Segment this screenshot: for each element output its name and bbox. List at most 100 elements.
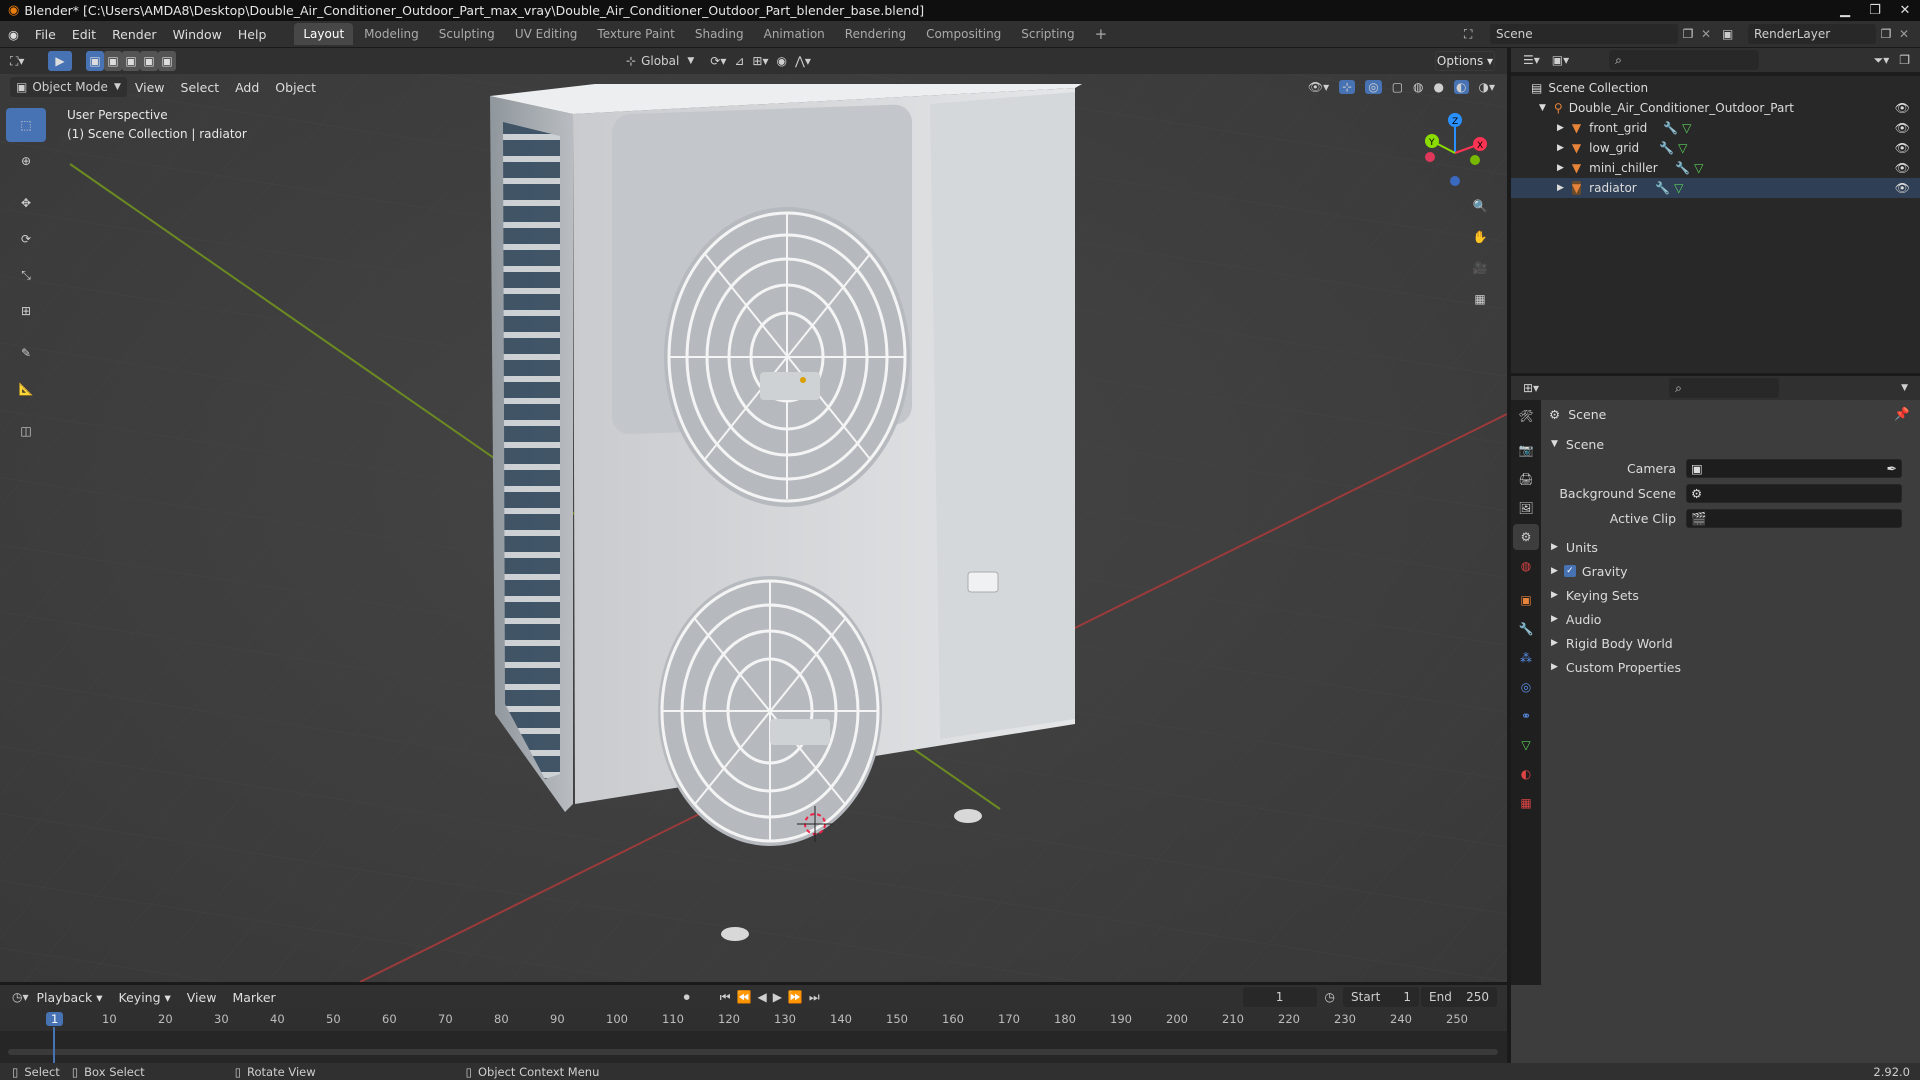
marker-menu[interactable]: Marker [224,984,283,1011]
constraints-tab-icon[interactable]: ⚭ [1513,703,1539,729]
scale-tool-icon[interactable]: ⤡ [6,258,46,292]
eye-icon[interactable]: 👁 [1895,181,1910,195]
background-scene-field[interactable]: ⚙ [1686,484,1902,503]
close-button[interactable]: ✕ [1890,0,1920,21]
new-scene-icon[interactable]: ❐ [1678,27,1698,41]
render-layer-selector[interactable]: ▣ RenderLayer ❐ ✕ [1722,24,1912,44]
measure-tool-icon[interactable]: 📐 [6,372,46,406]
blender-menu-icon[interactable]: ◉ [0,21,27,48]
menu-edit[interactable]: Edit [64,21,104,48]
outliner-object-row[interactable]: ▶ ▼ low_grid 🔧 ▽ 👁 [1511,138,1920,158]
menu-view[interactable]: View [127,74,173,101]
tab-layout[interactable]: Layout [294,23,354,45]
solid-shading-icon[interactable]: ● [1434,80,1444,94]
annotate-tool-icon[interactable]: ✎ [6,336,46,370]
render-tab-icon[interactable]: 📷 [1513,437,1539,463]
play-reverse-icon[interactable]: ◀ [757,990,766,1004]
physics-tab-icon[interactable]: ◎ [1513,674,1539,700]
tab-modeling[interactable]: Modeling [355,23,428,45]
menu-window[interactable]: Window [165,21,230,48]
panel-scene-header[interactable]: ▼ Scene [1541,432,1920,456]
record-icon[interactable]: ⏺ [684,990,690,1005]
panel-gravity[interactable]: ▶ ✓ Gravity [1541,559,1920,583]
proportional-edit-icon[interactable]: ◉ [776,54,786,68]
cursor-tool-icon[interactable]: ⊕ [6,144,46,178]
options-button[interactable]: Options ▾ [1435,51,1495,71]
panel-rigid-body-world[interactable]: ▶ Rigid Body World [1541,631,1920,655]
current-frame-field[interactable]: 1 [1242,987,1317,1007]
falloff-icon[interactable]: ⋀▾ [795,54,811,68]
modifier-tab-icon[interactable]: 🔧 [1513,616,1539,642]
panel-keying-sets[interactable]: ▶ Keying Sets [1541,583,1920,607]
scene-tab-icon[interactable]: ⚙ [1513,524,1539,550]
outliner-object-row[interactable]: ▶ ▼ mini_chiller 🔧 ▽ 👁 [1511,158,1920,178]
play-icon[interactable]: ▶ [773,990,782,1004]
select-invert-icon[interactable]: ▣ [140,51,158,71]
scene-name-field[interactable]: Scene [1490,24,1678,44]
eye-icon[interactable]: 👁 [1895,101,1910,115]
tab-compositing[interactable]: Compositing [917,23,1010,45]
eye-icon[interactable]: 👁 [1895,141,1910,155]
tab-shading[interactable]: Shading [686,23,753,45]
world-tab-icon[interactable]: ◍ [1513,553,1539,579]
new-layer-icon[interactable]: ❐ [1876,27,1896,41]
menu-add[interactable]: Add [227,74,267,101]
eye-icon[interactable]: 👁 [1895,121,1910,135]
timeline-view-menu[interactable]: View [179,984,225,1011]
timeline-area[interactable]: 1 10 20 30 40 50 60 70 80 90 100 110 120 130 140 150 160… [0,1009,1507,1063]
menu-render[interactable]: Render [104,21,165,48]
tab-rendering[interactable]: Rendering [836,23,915,45]
object-mode-dropdown[interactable]: ▣ Object Mode ▼ [10,77,127,97]
chevron-down-icon[interactable]: ▼ [1539,103,1546,113]
playhead-line[interactable] [53,1027,55,1063]
chevron-right-icon[interactable]: ▶ [1557,183,1564,193]
ortho-grid-icon[interactable]: ▦ [1466,285,1494,313]
gizmo-icon[interactable]: ⊹ [1339,80,1356,94]
transform-orientation-dropdown[interactable]: ⊹ Global ▼ [620,51,700,71]
add-cube-tool-icon[interactable]: ◫ [6,414,46,448]
navigation-gizmo[interactable]: Z X Y [1410,108,1500,198]
tab-scripting[interactable]: Scripting [1012,23,1083,45]
eye-icon[interactable]: 👁 [1895,161,1910,175]
filter-icon[interactable]: ⏷▾ [1874,53,1890,68]
outliner-search-field[interactable]: ⌕ [1609,50,1760,70]
editor-type-icon[interactable]: ⛶▾ [0,54,40,69]
panel-units[interactable]: ▶ Units [1541,535,1920,559]
transform-tool-icon[interactable]: ⊞ [6,294,46,328]
menu-help[interactable]: Help [230,21,275,48]
move-tool-icon[interactable]: ✥ [6,186,46,220]
chevron-right-icon[interactable]: ▶ [1557,143,1564,153]
end-frame-field[interactable]: End 250 [1421,987,1497,1007]
outliner-scene-collection[interactable]: ▤ Scene Collection [1511,78,1920,98]
visibility-icon[interactable]: 👁▾ [1308,80,1329,94]
xray-icon[interactable]: ▢ [1392,80,1403,94]
menu-object[interactable]: Object [267,74,324,101]
properties-search-field[interactable]: ⌕ [1669,378,1780,398]
render-layer-field[interactable]: RenderLayer [1748,24,1876,44]
camera-view-icon[interactable]: 🎥 [1466,254,1494,282]
menu-select[interactable]: Select [173,74,228,101]
chevron-right-icon[interactable]: ▶ [1557,163,1564,173]
object-tab-icon[interactable]: ▣ [1513,587,1539,613]
timeline-scrollbar[interactable] [8,1049,1498,1055]
new-collection-icon[interactable]: ❐ [1899,53,1910,67]
rotate-tool-icon[interactable]: ⟳ [6,222,46,256]
jump-start-icon[interactable]: ⏮ [720,990,731,1005]
select-box-tool-icon[interactable]: ⬚ [6,108,46,142]
playback-menu[interactable]: Playback ▾ [29,984,111,1011]
active-clip-field[interactable]: 🎬 [1686,509,1902,528]
tool-tab-icon[interactable]: 🛠 [1513,403,1539,429]
view-layer-tab-icon[interactable]: 🖼 [1513,495,1539,521]
chevron-down-icon[interactable]: ▼ [1901,383,1908,393]
zoom-icon[interactable]: 🔍 [1466,192,1494,220]
overlay-icon[interactable]: ◎ [1365,80,1382,94]
camera-field[interactable]: ▣ ✒ [1686,459,1902,478]
start-frame-field[interactable]: Start 1 [1343,987,1419,1007]
pivot-icon[interactable]: ⟳▾ [710,54,726,68]
maximize-button[interactable]: ❐ [1860,0,1890,21]
particles-tab-icon[interactable]: ⁂ [1513,645,1539,671]
output-tab-icon[interactable]: 🖨 [1513,466,1539,492]
3d-viewport[interactable]: User Perspective (1) Scene Collection | … [0,74,1507,982]
scene-selector[interactable]: ⛶ Scene ❐ ✕ [1464,24,1714,44]
select-extend-icon[interactable]: ▣ [104,51,122,71]
